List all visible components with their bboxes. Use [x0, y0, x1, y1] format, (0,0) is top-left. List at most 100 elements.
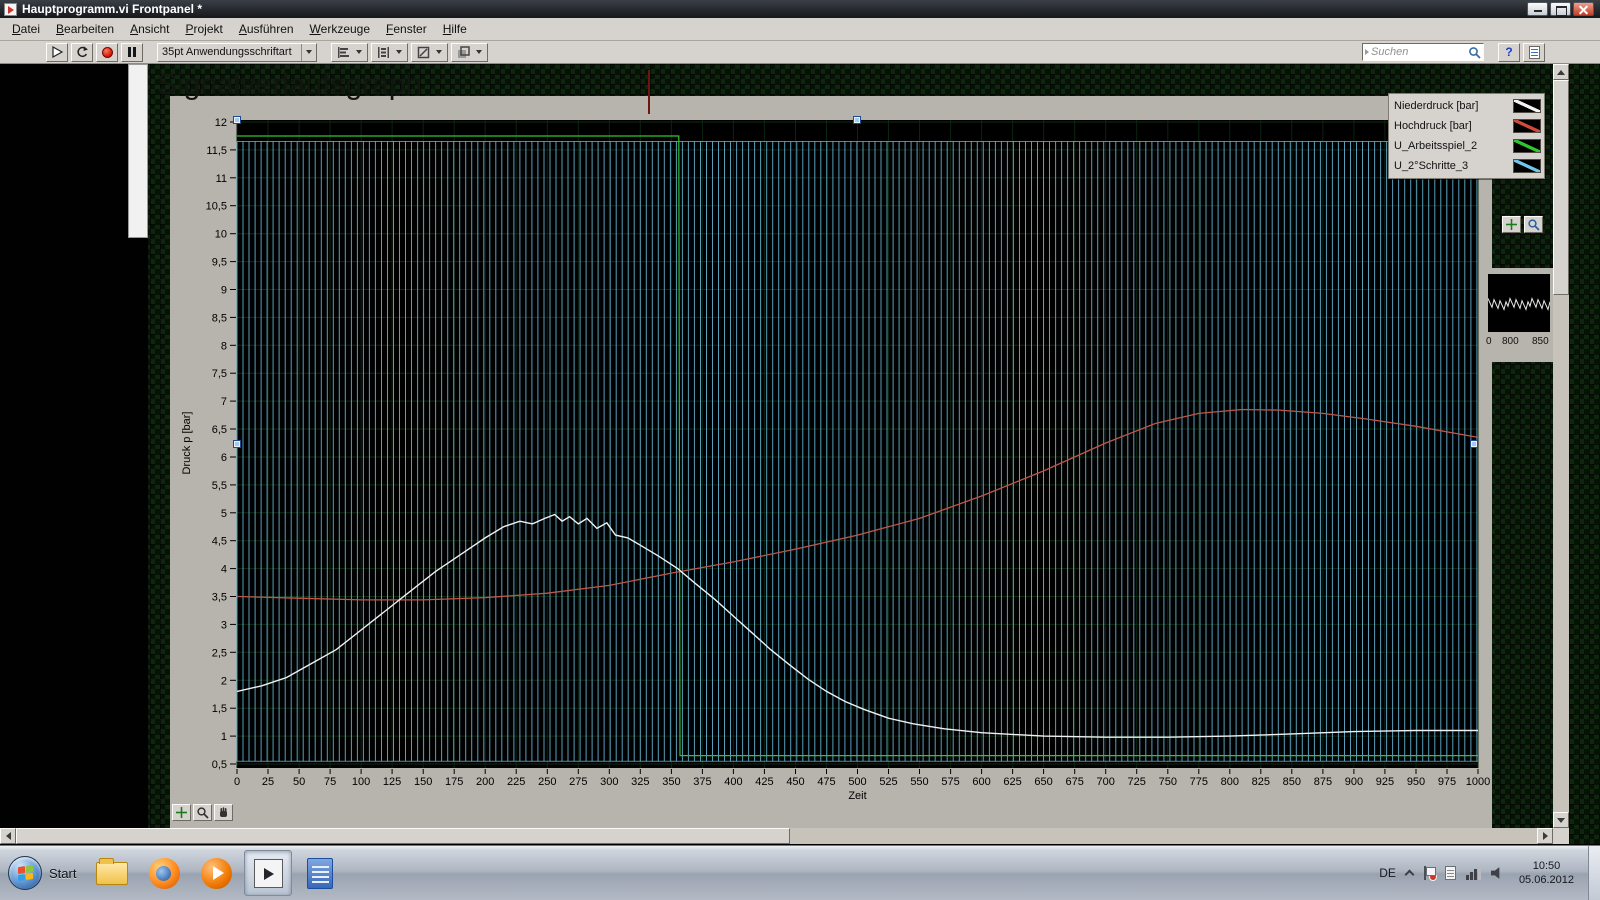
scroll-right-button[interactable] [1537, 828, 1553, 844]
x-tick-label: 625 [1003, 776, 1021, 788]
labview-app-icon [4, 2, 17, 16]
pan-tool-button[interactable] [214, 804, 233, 821]
align-objects-dropdown[interactable] [331, 42, 368, 62]
menu-item-ansicht[interactable]: Ansicht [122, 19, 177, 39]
selection-handle-mid-right[interactable] [1470, 440, 1478, 448]
x-tick-label: 100 [352, 776, 370, 788]
cursor-lock-button[interactable] [172, 804, 191, 821]
scroll-down-button[interactable] [1553, 812, 1569, 828]
network-icon[interactable] [1465, 866, 1481, 880]
legend-swatch [1513, 139, 1541, 153]
folder-icon [96, 857, 129, 885]
graph-plot-svg[interactable]: 1211,51110,5109,598,587,576,565,554,543,… [170, 96, 1492, 828]
x-tick-label: 825 [1252, 776, 1270, 788]
chevron-down-icon [475, 50, 482, 54]
x-tick-label: 600 [972, 776, 990, 788]
search-box[interactable] [1362, 43, 1484, 61]
distribute-objects-dropdown[interactable] [371, 42, 408, 62]
legend-item[interactable]: U_Arbeitsspiel_2 [1392, 136, 1541, 156]
menu-item-bearbeiten[interactable]: Bearbeiten [48, 19, 122, 39]
vertical-scroll-thumb[interactable] [1553, 80, 1569, 295]
selection-handle-mid-left[interactable] [233, 440, 241, 448]
x-tick-label: 25 [262, 776, 274, 788]
maximize-button[interactable] [1550, 2, 1571, 16]
side-zoom-button[interactable] [1524, 216, 1543, 233]
hidden-icons-chevron-icon[interactable] [1404, 869, 1415, 880]
menu-item-datei[interactable]: Datei [4, 19, 48, 39]
x-tick-label: 450 [786, 776, 804, 788]
close-button[interactable] [1573, 2, 1594, 16]
legend-item[interactable]: Niederdruck [bar] [1392, 96, 1541, 116]
selection-handle-top-center[interactable] [853, 116, 861, 124]
legend-item[interactable]: Hochdruck [bar] [1392, 116, 1541, 136]
legend-item[interactable]: U_2°Schritte_3 [1392, 156, 1541, 176]
y-tick-label: 8 [221, 340, 227, 352]
clock[interactable]: 10:50 05.06.2012 [1519, 859, 1574, 888]
side-graph-plot[interactable] [1487, 274, 1551, 332]
selection-handle-top-left[interactable] [233, 116, 241, 124]
help-button[interactable]: ? [1498, 42, 1520, 62]
minimize-button[interactable] [1527, 2, 1548, 16]
crosshair-icon [176, 807, 187, 818]
system-tray: DE 10:50 05.06.2012 [1379, 846, 1600, 900]
x-tick-label: 125 [383, 776, 401, 788]
search-icon[interactable] [1468, 46, 1481, 59]
taskbar-app-media-player[interactable] [192, 850, 240, 896]
front-panel[interactable]: Signalverlaufsgraph 12 11,5 11 10,5 10 9,5 9 8,… [0, 64, 1553, 828]
menu-item-hilfe[interactable]: Hilfe [435, 19, 475, 39]
x-tick-label: 575 [941, 776, 959, 788]
scroll-up-button[interactable] [1553, 64, 1569, 80]
side-x-tick-label: 0 [1486, 336, 1492, 347]
side-crosshair-button[interactable] [1502, 216, 1521, 233]
legend-label: Niederdruck [bar] [1394, 100, 1479, 112]
taskbar-app-notes[interactable] [296, 850, 344, 896]
menu-item-werkzeuge[interactable]: Werkzeuge [302, 19, 378, 39]
x-tick-label: 425 [755, 776, 773, 788]
font-selector[interactable]: 35pt Anwendungsschriftart [157, 42, 317, 62]
x-tick-label: 300 [600, 776, 618, 788]
taskbar-app-labview[interactable] [244, 850, 293, 896]
reorder-objects-dropdown[interactable] [451, 42, 488, 62]
x-tick-label: 250 [538, 776, 556, 788]
run-continuous-button[interactable] [71, 42, 93, 62]
taskbar-app-firefox[interactable] [140, 850, 188, 896]
horizontal-scroll-thumb[interactable] [16, 828, 790, 844]
abort-button[interactable] [96, 42, 118, 62]
y-tick-label: 8,5 [212, 312, 227, 324]
search-input[interactable] [1371, 46, 1466, 58]
search-scope-icon[interactable] [1365, 49, 1369, 55]
menu-item-projekt[interactable]: Projekt [177, 19, 230, 39]
menu-item-ausführen[interactable]: Ausführen [231, 19, 302, 39]
action-center-flag-icon[interactable] [1423, 866, 1437, 881]
side-graph-plot-svg [1487, 297, 1551, 311]
legend-swatch [1513, 159, 1541, 173]
menu-item-fenster[interactable]: Fenster [378, 19, 435, 39]
taskbar-app-folder[interactable] [88, 850, 136, 896]
pause-icon [128, 47, 136, 57]
legend-swatch [1513, 99, 1541, 113]
run-button[interactable] [46, 42, 68, 62]
resize-objects-dropdown[interactable] [411, 42, 448, 62]
chevron-down-icon [306, 50, 312, 54]
scroll-left-button[interactable] [0, 828, 16, 844]
x-tick-label: 350 [662, 776, 680, 788]
clipboard-tray-icon[interactable] [1444, 866, 1456, 880]
partial-control[interactable] [128, 64, 148, 238]
x-tick-label: 650 [1034, 776, 1052, 788]
distribute-objects-icon [378, 46, 390, 58]
volume-icon[interactable] [1490, 867, 1500, 879]
pause-button[interactable] [121, 42, 143, 62]
context-help-button[interactable] [1523, 42, 1545, 62]
horizontal-scrollbar[interactable] [0, 828, 1553, 844]
y-tick-label: 2,5 [212, 647, 227, 659]
x-tick-label: 950 [1407, 776, 1425, 788]
vertical-scrollbar[interactable] [1553, 64, 1569, 828]
zoom-tool-button[interactable] [193, 804, 212, 821]
language-indicator[interactable]: DE [1379, 866, 1396, 880]
font-selector-dropdown[interactable] [301, 43, 316, 61]
start-button[interactable]: Start [0, 846, 88, 900]
run-arrow-icon [52, 45, 64, 59]
abort-icon [101, 46, 113, 58]
y-tick-label: 4,5 [212, 536, 227, 548]
show-desktop-button[interactable] [1588, 846, 1600, 900]
